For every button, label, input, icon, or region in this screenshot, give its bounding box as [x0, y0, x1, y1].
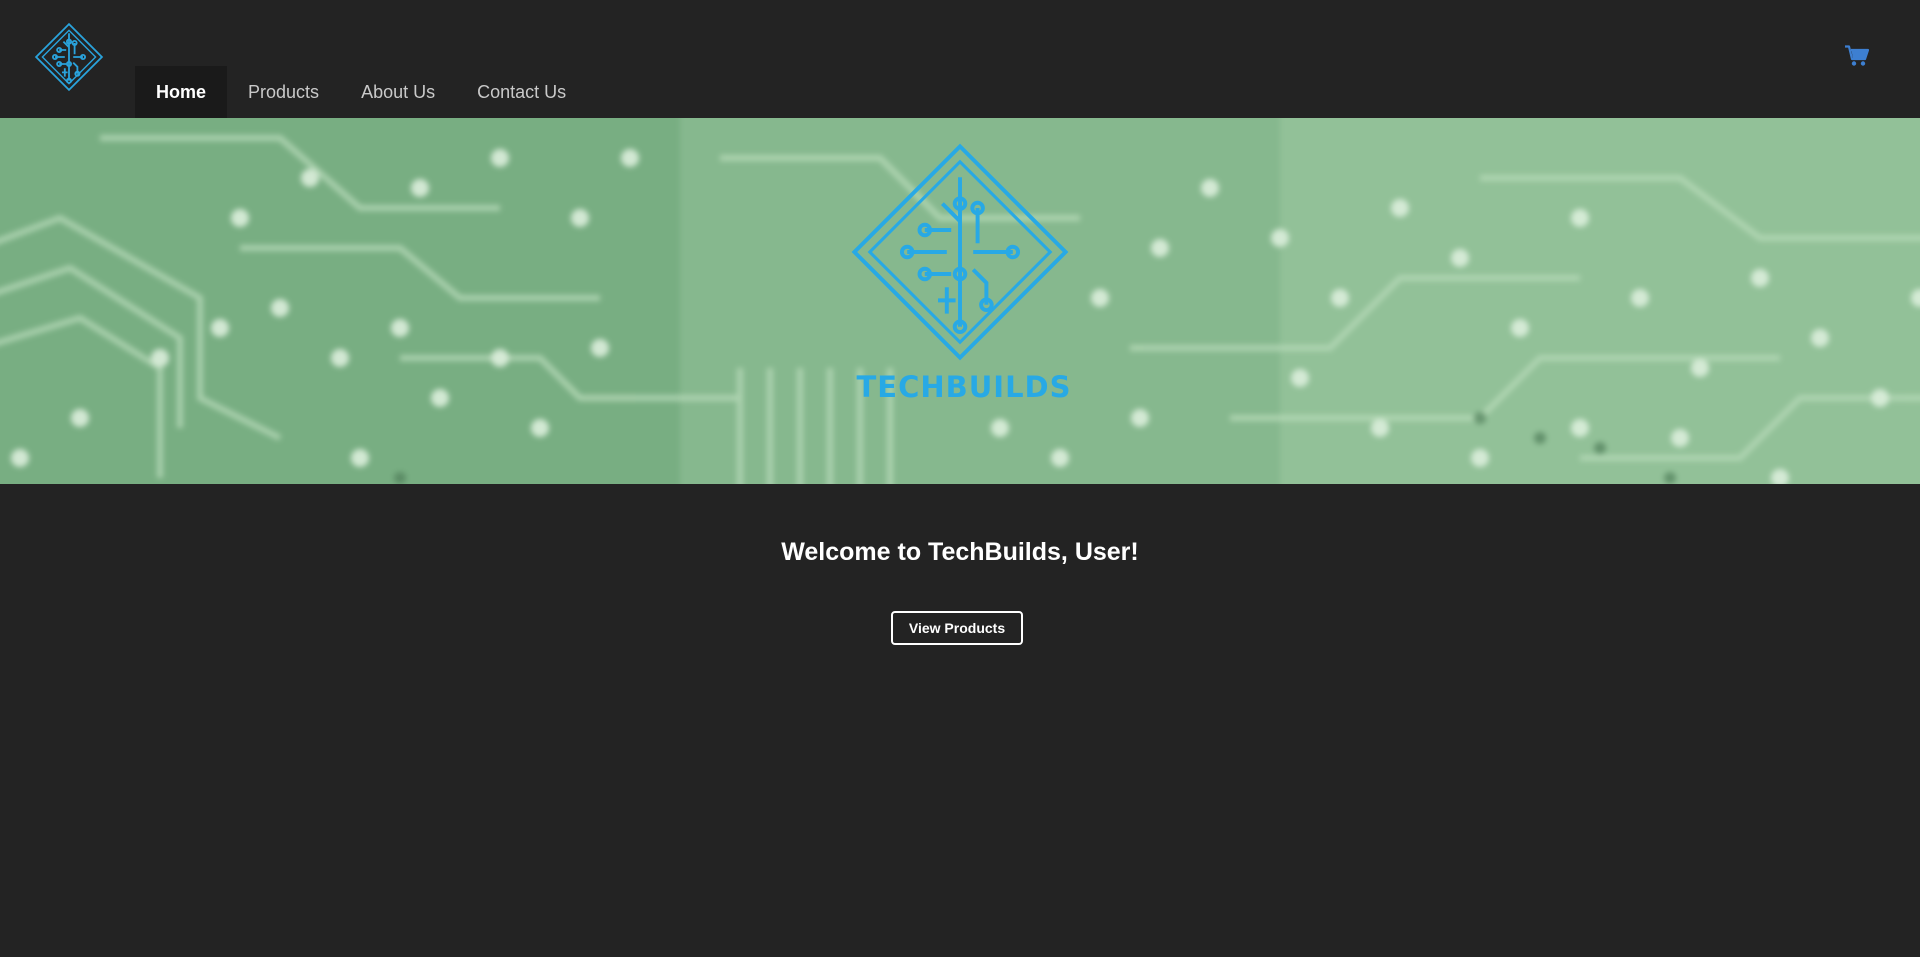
techbuilds-logo-icon[interactable] — [34, 22, 104, 92]
welcome-heading: Welcome to TechBuilds, User! — [781, 538, 1139, 566]
hero-banner: TECHBUILDS — [0, 118, 1920, 484]
nav-products[interactable]: Products — [227, 66, 340, 118]
nav-about-us[interactable]: About Us — [340, 66, 456, 118]
techbuilds-hero-logo-icon — [851, 143, 1069, 361]
nav-contact-us[interactable]: Contact Us — [456, 66, 587, 118]
shopping-cart-icon[interactable] — [1845, 45, 1869, 67]
site-header: Home Products About Us Contact Us — [0, 0, 1920, 118]
view-products-button[interactable]: View Products — [891, 611, 1023, 645]
main-nav: Home Products About Us Contact Us — [135, 66, 587, 118]
hero-wordmark: TECHBUILDS — [856, 370, 1072, 404]
nav-home[interactable]: Home — [135, 66, 228, 118]
